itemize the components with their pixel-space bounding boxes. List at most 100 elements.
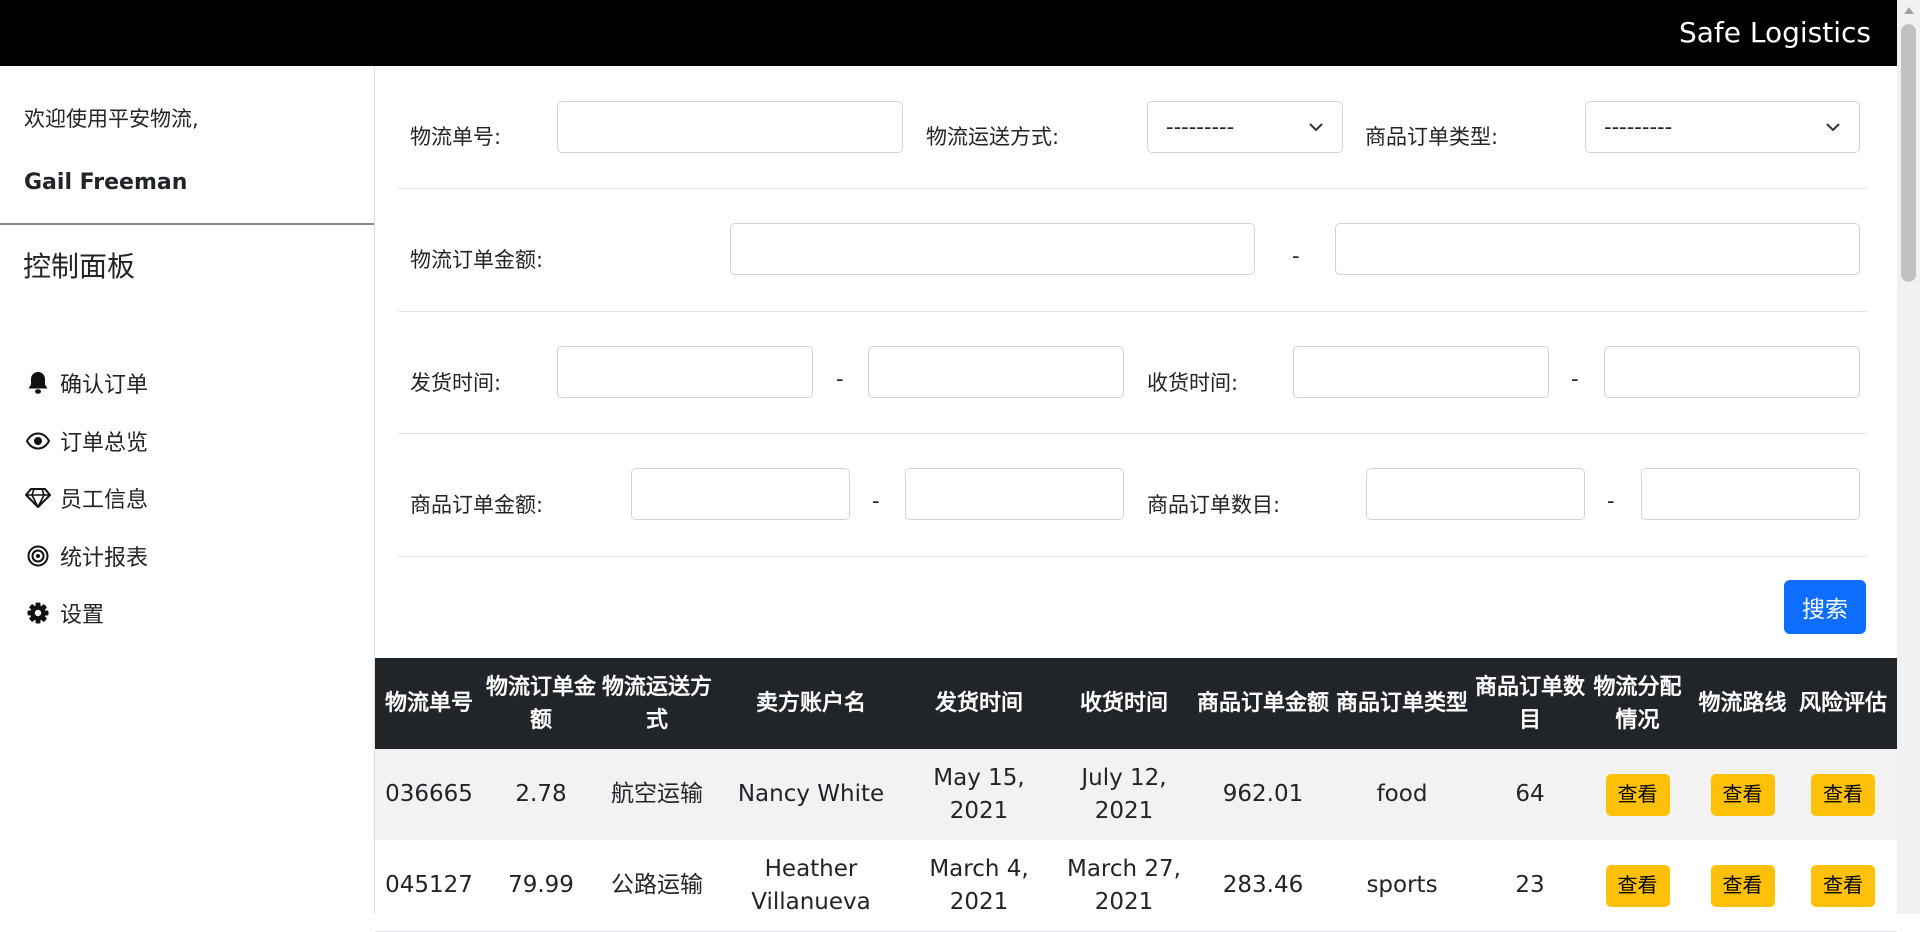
table-header: 物流单号 物流订单金额 物流运送方式 卖方账户名 发货时间 收货时间 商品订单金… [375, 658, 1897, 749]
cell-allocation: 查看 [1585, 840, 1690, 931]
goods-count-max-input[interactable] [1641, 468, 1860, 520]
logistics-amount-label: 物流订单金额: [410, 248, 544, 272]
gear-icon [24, 599, 52, 627]
view-risk-button[interactable]: 查看 [1811, 773, 1875, 816]
filter-divider [398, 188, 1867, 189]
cell-logistics-amount: 79.99 [508, 872, 574, 898]
scroll-up-arrow-icon[interactable] [1897, 0, 1920, 20]
cell-seller-account: Heather Villanueva [751, 855, 871, 915]
view-allocation-button[interactable]: 查看 [1605, 864, 1670, 907]
range-separator: - [1607, 489, 1615, 513]
sidebar-item-order-overview[interactable]: 订单总览 [24, 421, 148, 461]
logistics-amount-min-input[interactable] [730, 223, 1255, 275]
filter-divider [398, 311, 1867, 312]
brand-name[interactable]: Safe Logistics [1679, 0, 1871, 66]
cell-tracking-no: 036665 [385, 781, 473, 807]
cell-logistics-amount: 2.78 [515, 781, 567, 807]
cell-ship-time: March 4, 2021 [929, 855, 1029, 915]
cell-risk: 查看 [1795, 840, 1891, 931]
tracking-no-label: 物流单号: [410, 125, 502, 149]
sidebar-item-label: 确认订单 [60, 373, 149, 398]
order-type-select[interactable]: --------- [1585, 101, 1860, 153]
column-header: 商品订单类型 [1335, 691, 1468, 716]
cell-route: 查看 [1690, 749, 1795, 840]
range-separator: - [1571, 367, 1579, 391]
target-icon [24, 542, 52, 570]
table-row: 045127 79.99 公路运输 Heather Villanueva Mar… [375, 840, 1897, 932]
welcome-text: 欢迎使用平安物流, [24, 107, 199, 131]
goods-count-label: 商品订单数目: [1147, 493, 1281, 517]
tracking-no-input[interactable] [557, 101, 903, 153]
goods-amount-max-input[interactable] [905, 468, 1124, 520]
column-header: 物流路线 [1698, 691, 1787, 716]
column-header: 卖方账户名 [755, 691, 866, 716]
view-risk-button[interactable]: 查看 [1811, 864, 1875, 907]
cell-route: 查看 [1690, 840, 1795, 931]
main-content: 物流单号: 物流运送方式: --------- 商品订单类型: --------… [375, 66, 1897, 932]
column-header: 风险评估 [1798, 691, 1887, 716]
cell-tracking-no: 045127 [385, 872, 473, 898]
column-header: 物流运送方式 [601, 674, 712, 733]
sidebar-item-settings[interactable]: 设置 [24, 593, 104, 633]
sidebar-item-label: 统计报表 [60, 546, 149, 571]
cell-order-type: food [1376, 781, 1428, 807]
table-row: 036665 2.78 航空运输 Nancy White May 15, 202… [375, 749, 1897, 841]
receive-time-label: 收货时间: [1147, 371, 1239, 395]
sidebar-item-label: 设置 [60, 603, 105, 628]
scrollbar-thumb[interactable] [1901, 24, 1916, 282]
panel-title: 控制面板 [23, 250, 136, 283]
cell-shipping-method: 公路运输 [611, 872, 703, 898]
cell-seller-account: Nancy White [737, 781, 885, 807]
receive-time-from-input[interactable] [1293, 346, 1549, 398]
ship-time-from-input[interactable] [557, 346, 813, 398]
column-header: 物流分配情况 [1593, 674, 1682, 733]
range-separator: - [1292, 244, 1300, 268]
username: Gail Freeman [24, 170, 188, 195]
filter-divider [398, 433, 1867, 434]
logistics-amount-max-input[interactable] [1335, 223, 1860, 275]
bell-icon [24, 369, 52, 397]
shipping-method-label: 物流运送方式: [926, 125, 1060, 149]
cell-risk: 查看 [1795, 749, 1891, 840]
top-navbar: Safe Logistics [0, 0, 1897, 66]
sidebar-item-confirm-orders[interactable]: 确认订单 [24, 363, 148, 403]
goods-amount-min-input[interactable] [631, 468, 850, 520]
gem-icon [24, 484, 52, 512]
cell-goods-count: 64 [1515, 781, 1545, 807]
cell-order-type: sports [1366, 872, 1438, 898]
cell-receive-time: July 12, 2021 [1081, 764, 1167, 824]
sidebar: 欢迎使用平安物流, Gail Freeman 控制面板 确认订单 订单总览 员工… [0, 66, 375, 914]
column-header: 物流单号 [384, 691, 473, 716]
order-type-label: 商品订单类型: [1365, 125, 1499, 149]
view-route-button[interactable]: 查看 [1710, 864, 1775, 907]
sidebar-item-staff-info[interactable]: 员工信息 [24, 478, 148, 518]
search-button[interactable]: 搜索 [1784, 580, 1866, 634]
sidebar-divider [0, 223, 374, 225]
view-allocation-button[interactable]: 查看 [1605, 773, 1670, 816]
chevron-down-icon [1308, 102, 1324, 152]
cell-ship-time: May 15, 2021 [933, 764, 1025, 824]
column-header: 商品订单数目 [1475, 674, 1586, 733]
shipping-method-select[interactable]: --------- [1147, 101, 1343, 153]
ship-time-label: 发货时间: [410, 371, 502, 395]
cell-shipping-method: 航空运输 [611, 781, 703, 807]
column-header: 发货时间 [934, 691, 1023, 716]
goods-count-min-input[interactable] [1366, 468, 1585, 520]
filter-divider [398, 556, 1867, 557]
view-route-button[interactable]: 查看 [1710, 773, 1775, 816]
sidebar-item-reports[interactable]: 统计报表 [24, 536, 148, 576]
range-separator: - [836, 367, 844, 391]
sidebar-item-label: 员工信息 [60, 488, 149, 513]
goods-amount-label: 商品订单金额: [410, 493, 544, 517]
cell-goods-count: 23 [1515, 872, 1545, 898]
ship-time-to-input[interactable] [868, 346, 1124, 398]
range-separator: - [872, 489, 880, 513]
page-scrollbar[interactable] [1897, 0, 1920, 914]
eye-icon [24, 427, 52, 455]
cell-goods-amount: 962.01 [1222, 781, 1304, 807]
column-header: 收货时间 [1079, 691, 1168, 716]
column-header: 物流订单金额 [485, 674, 596, 733]
sidebar-item-label: 订单总览 [60, 431, 149, 456]
order-type-selected: --------- [1604, 115, 1673, 139]
receive-time-to-input[interactable] [1604, 346, 1860, 398]
